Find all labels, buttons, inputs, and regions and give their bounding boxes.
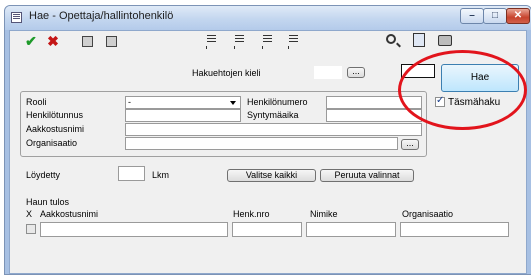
rooli-select[interactable]: - (125, 96, 241, 109)
syntymaaika-label: Syntymäaika (247, 110, 299, 120)
chevron-down-icon (230, 101, 236, 105)
result-cell-aakkostusnimi (40, 222, 228, 237)
syntymaaika-field[interactable] (326, 109, 422, 122)
aakkostusnimi-label: Aakkostusnimi (26, 124, 85, 134)
close-icon: ✕ (513, 10, 523, 21)
check-icon[interactable]: ✔ (24, 34, 38, 48)
result-cell-henk-nro (232, 222, 302, 237)
organisaatio-button[interactable]: ... (401, 139, 419, 150)
title-bar[interactable]: Hae - Opettaja/hallintohenkilö – □ ✕ (5, 6, 531, 30)
column-header: Henk.nro (233, 209, 270, 219)
henkilonumero-field[interactable] (326, 96, 422, 109)
window-title: Hae - Opettaja/hallintohenkilö (29, 10, 174, 22)
henkilotunnus-field[interactable] (125, 109, 241, 122)
maximize-button[interactable]: □ (483, 8, 507, 24)
result-cell-nimike (306, 222, 396, 237)
column-header: Nimike (310, 209, 338, 219)
organisaatio-label: Organisaatio (26, 138, 78, 148)
window-icon[interactable] (82, 36, 93, 47)
organisaatio-field[interactable] (125, 137, 398, 150)
result-cell-organisaatio (400, 222, 509, 237)
row-select-checkbox[interactable] (26, 224, 36, 234)
document-icon[interactable] (262, 33, 275, 49)
cross-icon[interactable]: ✖ (46, 34, 60, 48)
exact-search-label: Täsmähaku (448, 97, 501, 108)
count-label: Lkm (152, 170, 170, 180)
column-header: Organisaatio (402, 209, 454, 219)
column-header: Aakkostusnimi (40, 209, 99, 219)
document-icon[interactable] (206, 33, 219, 49)
found-label: Löydetty (26, 170, 61, 180)
cancel-selection-button[interactable]: Peruuta valinnat (320, 169, 414, 182)
exact-search-checkbox[interactable] (435, 95, 445, 107)
search-language-code-field[interactable] (401, 64, 435, 78)
search-language-button[interactable]: ... (347, 67, 365, 78)
rooli-label: Rooli (26, 97, 47, 107)
search-language-label: Hakuehtojen kieli (192, 68, 261, 78)
search-language-field[interactable] (314, 66, 342, 79)
found-count-field (118, 166, 145, 181)
results-title: Haun tulos (26, 197, 70, 207)
window-icon[interactable] (106, 36, 117, 47)
minimize-icon: – (469, 10, 475, 21)
column-header: X (26, 209, 33, 219)
app-icon (11, 12, 22, 23)
maximize-icon: □ (491, 10, 499, 21)
document-icon[interactable] (234, 33, 247, 49)
rooli-value: - (128, 97, 131, 107)
close-button[interactable]: ✕ (506, 8, 530, 24)
henkilonumero-label: Henkilönumero (247, 97, 308, 107)
henkilotunnus-label: Henkilötunnus (26, 110, 84, 120)
document-icon[interactable] (288, 33, 301, 49)
hae-button[interactable]: Hae (441, 64, 519, 92)
book-icon[interactable] (413, 33, 425, 47)
minimize-button[interactable]: – (460, 8, 484, 24)
search-icon[interactable] (386, 34, 396, 44)
printer-icon[interactable] (438, 35, 452, 46)
aakkostusnimi-field[interactable] (125, 123, 422, 136)
select-all-button[interactable]: Valitse kaikki (227, 169, 316, 182)
